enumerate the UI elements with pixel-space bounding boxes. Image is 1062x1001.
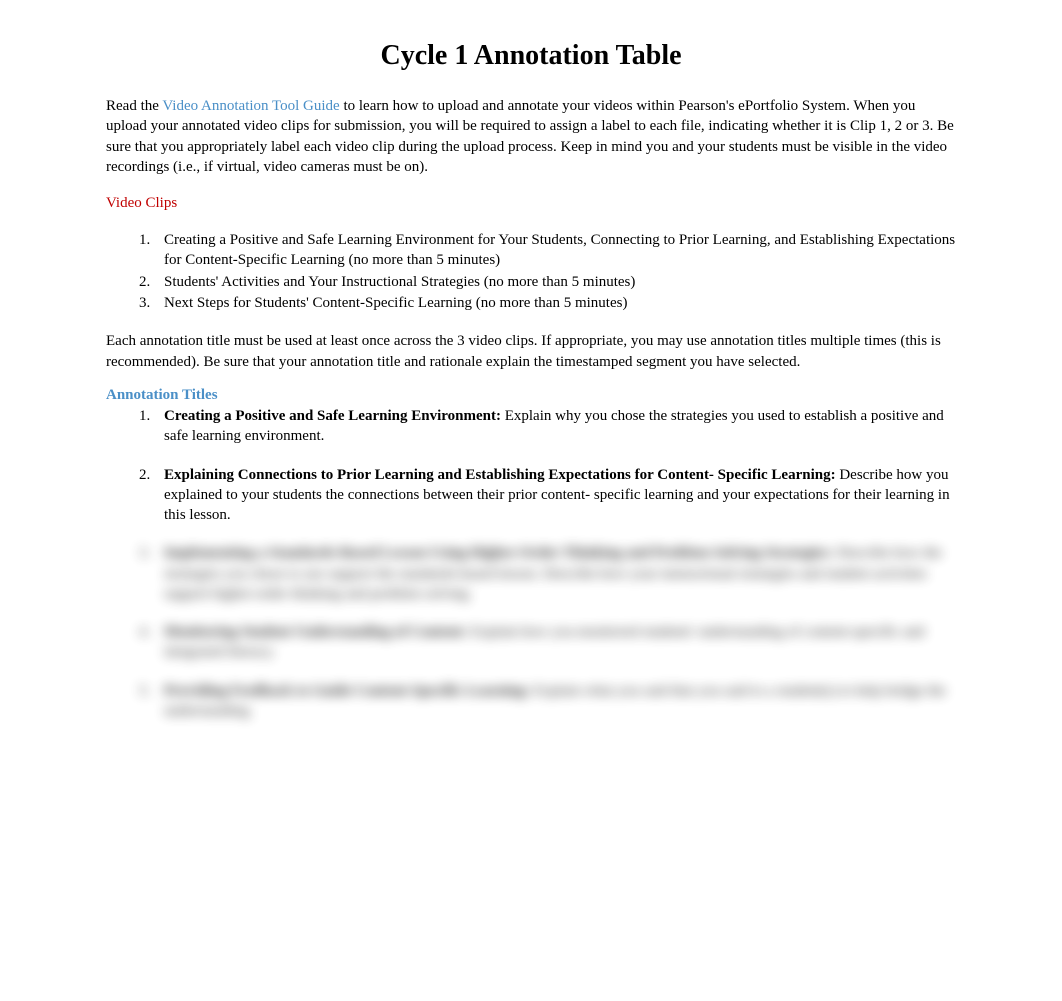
video-clips-header: Video Clips [106, 195, 956, 212]
intro-prefix: Read the [106, 98, 162, 114]
list-item: Students' Activities and Your Instructio… [154, 272, 956, 292]
intro-paragraph: Read the Video Annotation Tool Guide to … [106, 96, 956, 177]
video-clips-list: Creating a Positive and Safe Learning En… [154, 230, 956, 313]
list-item: Creating a Positive and Safe Learning En… [154, 230, 956, 271]
annotation-label: Monitoring Student Understanding of Cont… [164, 624, 467, 640]
annotation-titles-list: Creating a Positive and Safe Learning En… [154, 406, 956, 525]
list-item: Explaining Connections to Prior Learning… [154, 465, 956, 526]
annotation-guide-link[interactable]: Video Annotation Tool Guide [162, 98, 339, 114]
annotation-titles-header: Annotation Titles [106, 387, 956, 404]
list-item: Providing Feedback to Guide Content-Spec… [154, 681, 956, 722]
list-item: Monitoring Student Understanding of Cont… [154, 622, 956, 663]
list-item: Implementing a Standards-Based Lesson Us… [154, 543, 956, 604]
annotation-intro: Each annotation title must be used at le… [106, 331, 956, 373]
list-item: Next Steps for Students' Content-Specifi… [154, 293, 956, 313]
page-title: Cycle 1 Annotation Table [106, 40, 956, 72]
blurred-content: Implementing a Standards-Based Lesson Us… [154, 543, 956, 721]
list-item: Creating a Positive and Safe Learning En… [154, 406, 956, 447]
annotation-label: Creating a Positive and Safe Learning En… [164, 408, 501, 424]
annotation-label: Providing Feedback to Guide Content-Spec… [164, 683, 530, 699]
annotation-label: Explaining Connections to Prior Learning… [164, 467, 836, 483]
annotation-label: Implementing a Standards-Based Lesson Us… [164, 545, 833, 561]
